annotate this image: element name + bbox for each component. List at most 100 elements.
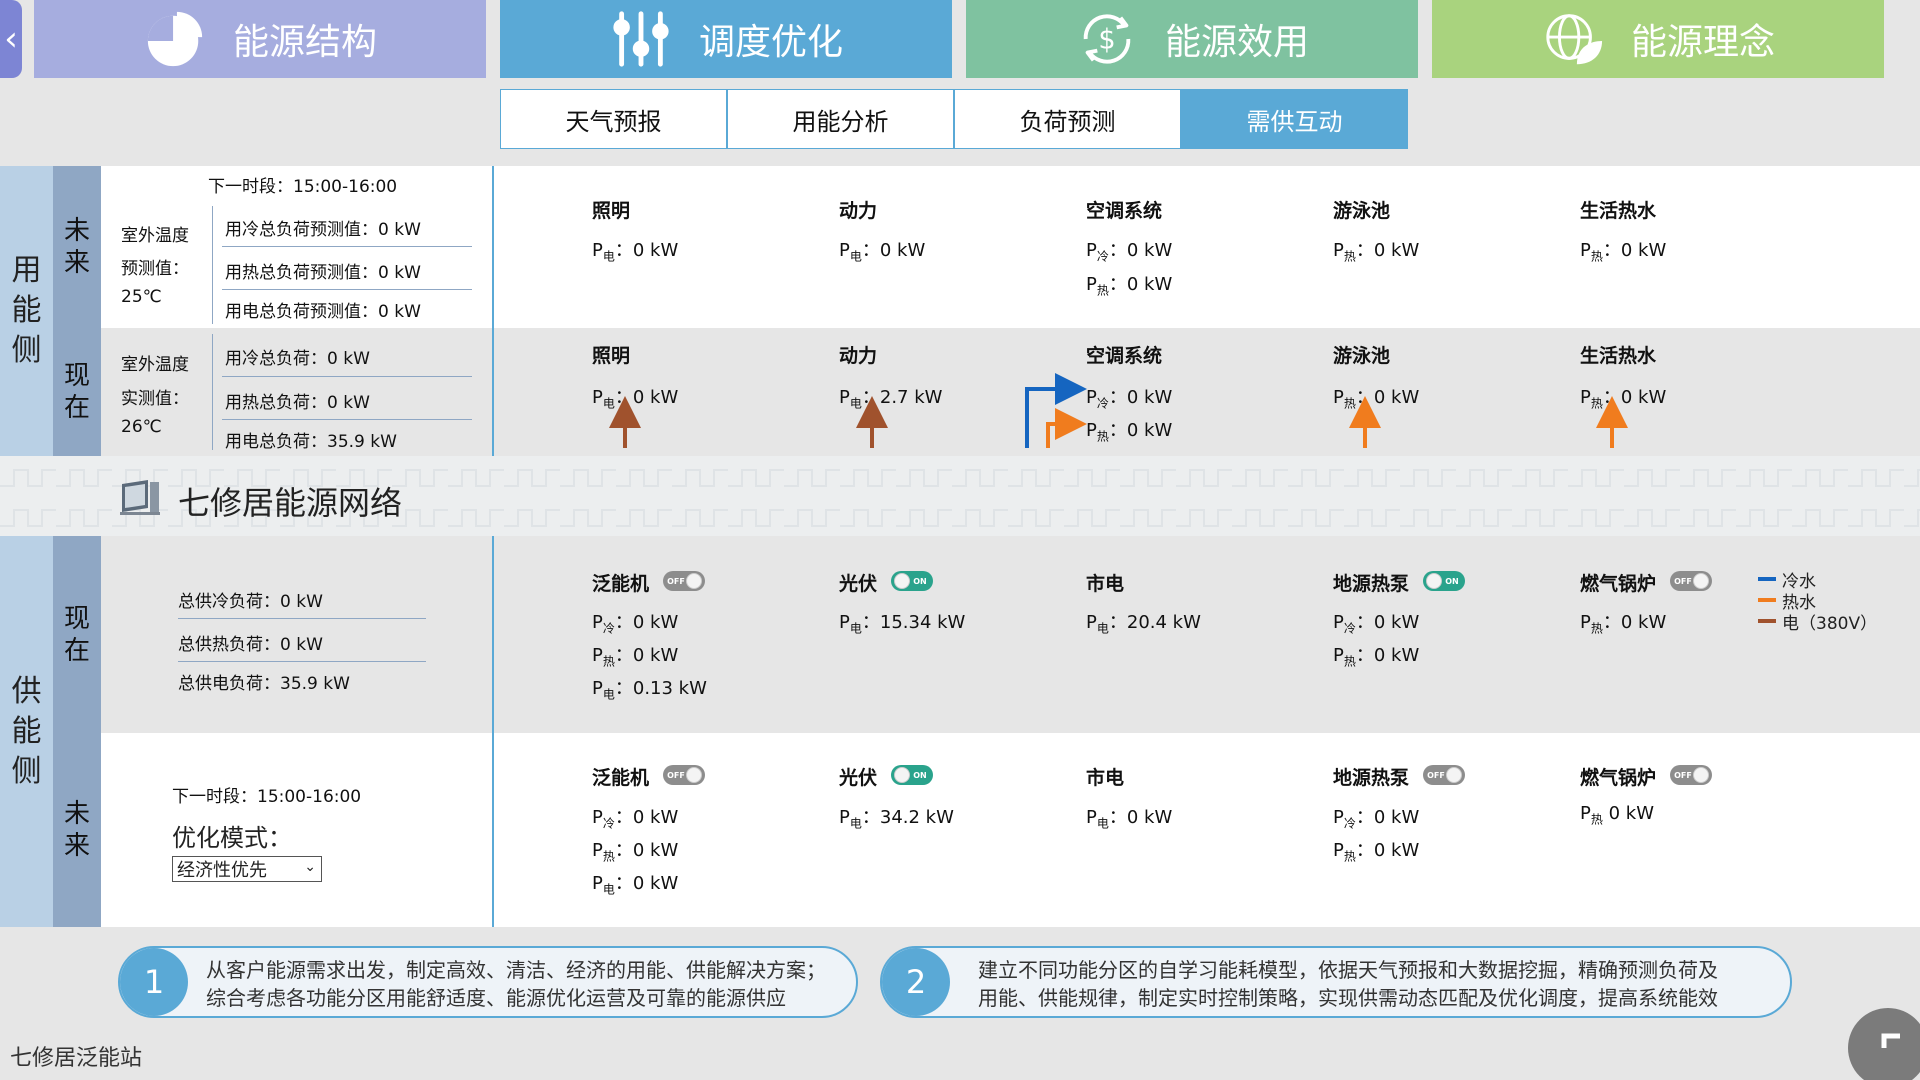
equipment-name: 动力 [839,200,878,222]
now-label: 现在 [53,328,101,456]
pie-chart-icon [143,7,207,71]
tab-label: 能源效用 [1164,22,1309,63]
toggle-label: ON [1445,576,1459,586]
power-reading: P电：2.7 kW [839,387,943,411]
toggle-label: ON [913,770,927,780]
divider [492,536,494,927]
legend: 冷水 热水 电（380V） [1758,569,1908,635]
heat-load: 用热总负荷：0 kW [225,393,370,413]
power-reading: P热：0 kW [1580,240,1667,264]
back-button[interactable]: ‹ [0,0,22,78]
tab-dispatch-optimization[interactable]: 调度优化 [500,0,952,78]
toggle-label: OFF [1674,770,1692,780]
equipment-toggle[interactable]: ON [1423,571,1465,591]
cold-load-forecast: 用冷总负荷预测值：0 kW [225,220,421,240]
equipment-name: 生活热水 [1580,345,1657,367]
total-elec-supply: 总供电负荷：35.9 kW [178,674,350,694]
supply-side-label: 供能侧 [0,536,53,927]
toggle-knob [1693,767,1709,783]
equipment-name: 空调系统 [1086,200,1163,222]
equipment-name: 光伏 [839,767,878,789]
select-value: 经济性优先 [177,860,267,881]
power-reading: P冷：0 kW [1086,240,1173,264]
power-reading: P热：0 kW [1333,240,1420,264]
legend-swatch [1758,598,1776,602]
divider [178,661,426,662]
toggle-knob [894,573,910,589]
tab-energy-utility[interactable]: $ 能源效用 [966,0,1418,78]
divider [212,334,213,450]
equipment-toggle[interactable]: ON [891,571,933,591]
legend-item: 热水 [1758,590,1816,613]
legend-item: 冷水 [1758,569,1816,592]
toggle-knob [686,573,702,589]
subtab-usage-analysis[interactable]: 用能分析 [727,89,954,149]
optimization-mode-select[interactable]: 经济性优先 ⌄ [172,856,322,882]
power-reading: P热：0 kW [1580,387,1667,411]
power-reading: P热：0 kW [592,645,679,669]
divider [222,419,472,420]
tab-label: 能源结构 [232,22,377,63]
power-reading: P冷：0 kW [1086,387,1173,411]
power-reading: P热：0 kW [1580,612,1667,636]
info-text: 从客户能源需求出发，制定高效、清洁、经济的用能、供能解决方案； 综合考虑各功能分… [206,958,826,1010]
globe-leaf-icon [1541,7,1605,71]
equipment-toggle[interactable]: OFF [1423,765,1465,785]
equipment-name: 燃气锅炉 [1580,573,1657,595]
equipment-name: 游泳池 [1333,200,1391,222]
equipment-toggle[interactable]: OFF [663,571,705,591]
power-reading: P电：0 kW [1086,807,1173,831]
subtab-weather[interactable]: 天气预报 [500,89,727,149]
subtab-load-forecast[interactable]: 负荷预测 [954,89,1181,149]
power-reading: P电：0 kW [839,240,926,264]
info-card-2: 2 建立不同功能分区的自学习能耗模型，依据天气预报和大数据挖掘，精确预测负荷及 … [880,946,1792,1018]
toggle-label: OFF [667,770,685,780]
power-reading: P冷：0 kW [592,807,679,831]
elec-load-forecast: 用电总负荷预测值：0 kW [225,302,421,322]
power-reading: P电：0 kW [592,387,679,411]
heat-load-forecast: 用热总负荷预测值：0 kW [225,263,421,283]
tab-label: 调度优化 [698,22,843,63]
equipment-name: 空调系统 [1086,345,1163,367]
temp-label: 室外温度 [121,355,189,375]
divider [212,206,213,324]
toggle-knob [1426,573,1442,589]
equipment-toggle[interactable]: OFF [1670,571,1712,591]
temp-label: 室外温度 [121,226,189,246]
chevron-left-icon: ‹ [4,19,18,59]
optimization-mode-label: 优化模式： [172,824,292,852]
equipment-name: 市电 [1086,767,1125,789]
total-heat-supply: 总供热负荷：0 kW [178,635,323,655]
equipment-toggle[interactable]: ON [891,765,933,785]
sliders-icon [609,7,673,71]
now-label: 现在 [53,536,101,733]
power-reading: P电：0 kW [592,873,679,897]
demand-side-label: 用能侧 [0,166,53,456]
equipment-name: 光伏 [839,573,878,595]
svg-text:$: $ [1098,25,1115,56]
equipment-name: 地源热泵 [1333,767,1410,789]
equipment-toggle[interactable]: OFF [663,765,705,785]
power-reading: P冷：0 kW [592,612,679,636]
equipment-toggle[interactable]: OFF [1670,765,1712,785]
tab-energy-structure[interactable]: 能源结构 [34,0,486,78]
power-reading: P电：0.13 kW [592,678,707,702]
equipment-name: 动力 [839,345,878,367]
period-text: 下一时段：15:00-16:00 [172,787,362,807]
legend-label: 电（380V） [1782,613,1878,634]
info-text: 建立不同功能分区的自学习能耗模型，依据天气预报和大数据挖掘，精确预测负荷及 用能… [978,958,1718,1010]
future-label: 未来 [53,733,101,927]
tab-label: 能源理念 [1630,22,1775,63]
equipment-name: 照明 [592,200,631,222]
menu-corner-button[interactable] [1848,1008,1920,1080]
tab-energy-concept[interactable]: 能源理念 [1432,0,1884,78]
total-cold-supply: 总供冷负荷：0 kW [178,592,323,612]
power-reading: P电：20.4 kW [1086,612,1201,636]
info-number: 1 [120,948,188,1016]
future-label: 未来 [53,166,101,328]
legend-swatch [1758,619,1776,623]
legend-swatch [1758,577,1776,581]
equipment-name: 地源热泵 [1333,573,1410,595]
subtab-supply-demand[interactable]: 需供互动 [1181,89,1408,149]
toggle-knob [1446,767,1462,783]
